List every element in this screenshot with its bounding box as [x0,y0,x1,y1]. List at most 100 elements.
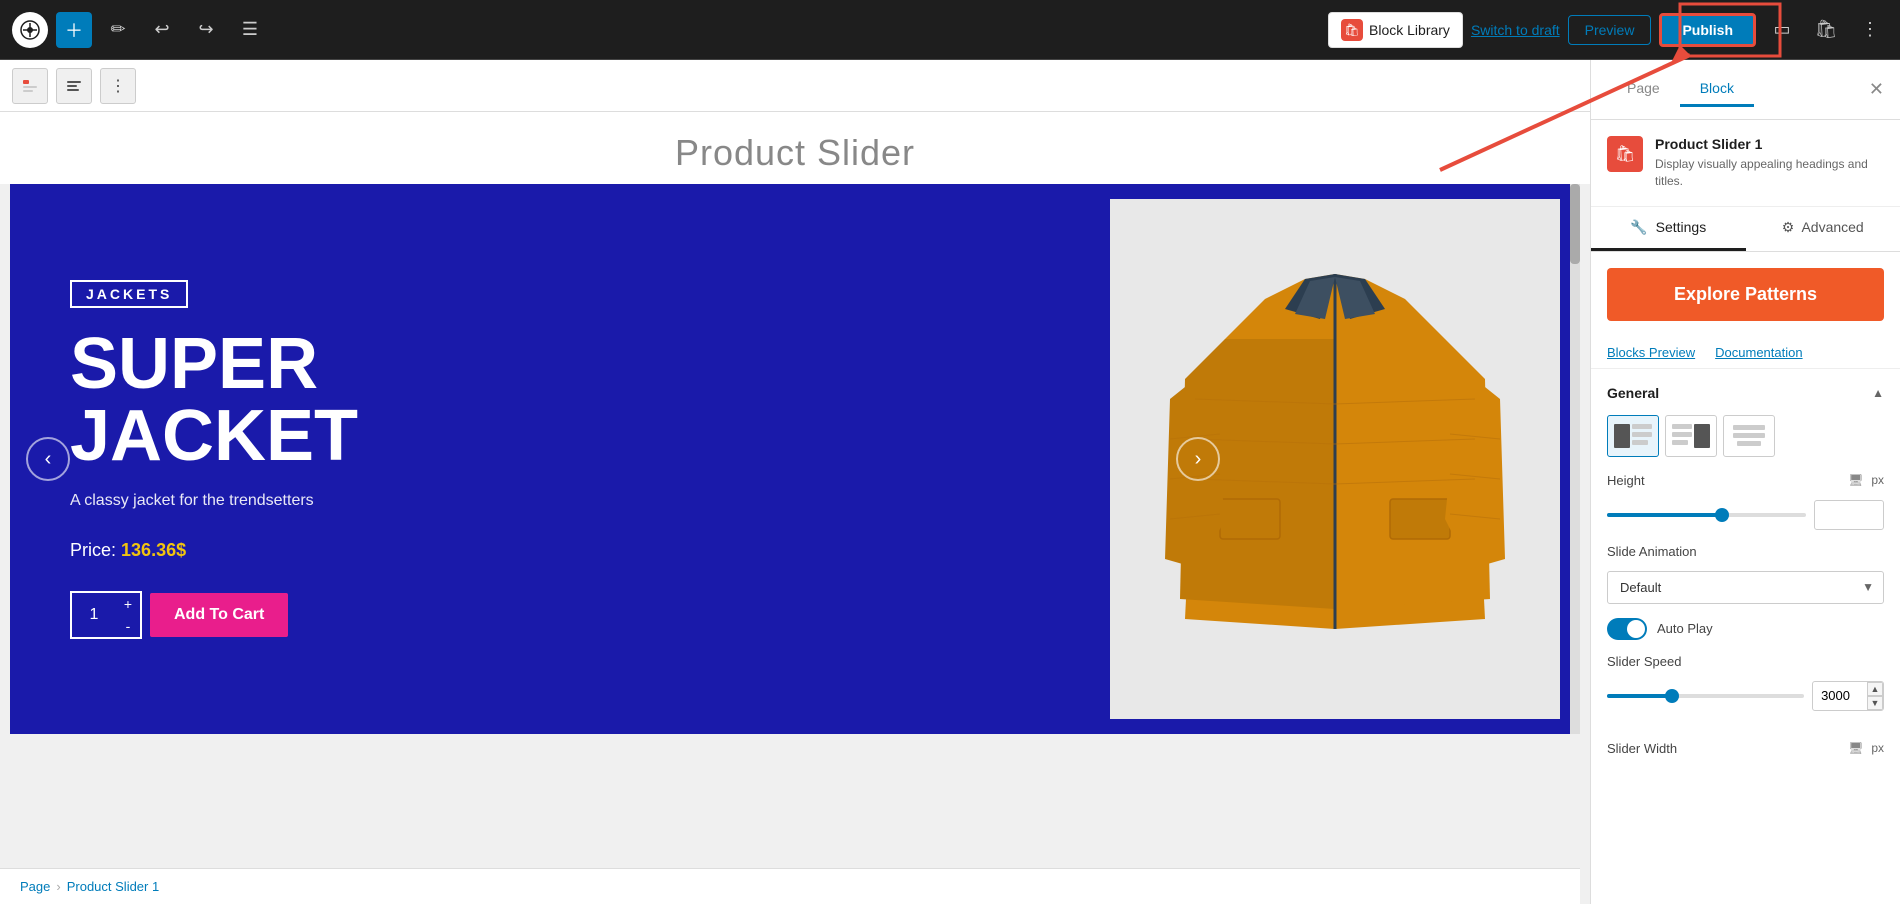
general-section: General ▲ [1591,369,1900,741]
slide-title: SUPER JACKET [70,328,1050,472]
block-description: Display visually appealing headings and … [1655,156,1884,190]
slide-price: Price: 136.36$ [70,540,1050,561]
speed-spinner: ▲ ▼ [1867,682,1883,710]
slide-description: A classy jacket for the trendsetters [70,492,1050,510]
slide-category: JACKETS [70,280,188,308]
quantity-decrease-button[interactable]: - [116,615,140,637]
publish-button[interactable]: Publish [1659,13,1756,47]
general-section-header[interactable]: General ▲ [1607,385,1884,401]
add-block-button[interactable]: ＋ [56,12,92,48]
sidebar-links: Blocks Preview Documentation [1591,337,1900,369]
breadcrumb: Page › Product Slider 1 [0,868,1580,904]
slide-content: JACKETS SUPER JACKET A classy jacket for… [10,240,1110,679]
general-section-title: General [1607,385,1659,401]
sidebar-toggle-button[interactable]: ▭ [1764,12,1800,48]
height-range-fill [1607,513,1722,517]
editor-toolbar: ⋮ [0,60,1590,112]
list-view-button[interactable]: ☰ [232,12,268,48]
switch-to-draft-button[interactable]: Switch to draft [1471,22,1560,38]
auto-play-label: Auto Play [1657,621,1713,636]
speed-range-fill [1607,694,1672,698]
slider-width-monitor-icon: 🖥 [1848,741,1863,755]
breadcrumb-separator: › [56,879,60,894]
breadcrumb-page-link[interactable]: Page [20,879,50,894]
speed-decrease-button[interactable]: ▼ [1867,696,1883,710]
preview-button[interactable]: Preview [1568,15,1652,45]
toggle-knob [1627,620,1645,638]
wp-logo[interactable] [12,12,48,48]
height-control-row: Height 🖥 px [1607,473,1884,488]
slider-width-label: Slider Width [1607,741,1840,756]
height-range-thumb[interactable] [1715,508,1729,522]
add-to-cart-button[interactable]: Add To Cart [150,593,288,637]
layout-option-2[interactable] [1665,415,1717,457]
cart-button[interactable]: 🛍 [1808,12,1844,48]
auto-play-toggle[interactable] [1607,618,1647,640]
quantity-wrapper: + - [70,591,142,639]
quantity-increase-button[interactable]: + [116,593,140,615]
documentation-link[interactable]: Documentation [1715,345,1802,360]
main-area: ⋮ Product Slider ‹ JACKETS SUPER JACKET … [0,60,1900,904]
tab-advanced[interactable]: ⚙ Advanced [1746,207,1900,251]
monitor-icon: 🖥 [1848,473,1863,487]
slide-animation-select-wrapper: Default ▼ [1607,571,1884,604]
breadcrumb-item-link[interactable]: Product Slider 1 [67,879,160,894]
speed-range-thumb[interactable] [1665,689,1679,703]
slider-speed-input[interactable]: 3000 [1813,682,1867,710]
chevron-up-icon: ▲ [1872,386,1884,400]
speed-increase-button[interactable]: ▲ [1867,682,1883,696]
explore-patterns-button[interactable]: Explore Patterns [1607,268,1884,321]
block-transform-button[interactable] [12,68,48,104]
tab-page[interactable]: Page [1607,72,1680,107]
slide-animation-select[interactable]: Default [1607,571,1884,604]
settings-tab-label: Settings [1656,219,1707,235]
layout-options [1607,415,1884,457]
slider-width-row: Slider Width 🖥 px [1591,741,1900,772]
quantity-input[interactable] [72,593,116,637]
more-block-options-button[interactable]: ⋮ [100,68,136,104]
tab-block[interactable]: Block [1680,72,1754,107]
height-range-track[interactable] [1607,513,1806,517]
settings-icon: 🔧 [1630,219,1647,235]
slider-next-button[interactable]: › [1176,437,1220,481]
close-sidebar-button[interactable]: ✕ [1869,79,1884,100]
slider-speed-label: Slider Speed [1607,654,1884,669]
slide-title-line2: JACKET [70,396,358,476]
tab-settings[interactable]: 🔧 Settings [1591,207,1746,251]
advanced-tab-label: Advanced [1801,219,1863,235]
height-unit: px [1871,473,1884,487]
block-library-button[interactable]: 🛍 Block Library [1328,12,1463,48]
block-icon: 🛍 [1607,136,1643,172]
editor-scrollbar[interactable] [1570,184,1580,734]
block-info-area: 🛍 Product Slider 1 Display visually appe… [1591,120,1900,207]
slider-speed-row: Slider Speed [1607,654,1884,669]
scrollbar-thumb [1570,184,1580,264]
block-library-label: Block Library [1369,22,1450,38]
block-style-button[interactable] [56,68,92,104]
right-sidebar: Page Block ✕ 🛍 Product Slider 1 Display … [1590,60,1900,904]
block-library-icon: 🛍 [1341,19,1363,41]
sidebar-header: Page Block ✕ [1591,60,1900,120]
tools-button[interactable]: ✏ [100,12,136,48]
block-name: Product Slider 1 [1655,136,1884,152]
advanced-icon: ⚙ [1782,219,1795,235]
speed-range-track[interactable] [1607,694,1804,698]
redo-button[interactable]: ↪ [188,12,224,48]
slide-animation-label: Slide Animation [1607,544,1884,559]
toolbar-right: 🛍 Block Library Switch to draft Preview … [1328,12,1888,48]
page-title-area: Product Slider [0,112,1590,184]
height-label: Height [1607,473,1840,488]
undo-button[interactable]: ↩ [144,12,180,48]
settings-tabs: 🔧 Settings ⚙ Advanced [1591,207,1900,252]
slider-prev-button[interactable]: ‹ [26,437,70,481]
blocks-preview-link[interactable]: Blocks Preview [1607,345,1695,360]
more-options-button[interactable]: ⋮ [1852,12,1888,48]
layout-option-1[interactable] [1607,415,1659,457]
slide-cart-area: + - Add To Cart [70,591,1050,639]
block-info-text: Product Slider 1 Display visually appeal… [1655,136,1884,190]
slide-animation-row: Slide Animation [1607,544,1884,559]
slide-price-value: 136.36$ [121,540,186,560]
height-input[interactable] [1814,500,1884,530]
slide-title-line1: SUPER [70,324,318,404]
layout-option-3[interactable] [1723,415,1775,457]
